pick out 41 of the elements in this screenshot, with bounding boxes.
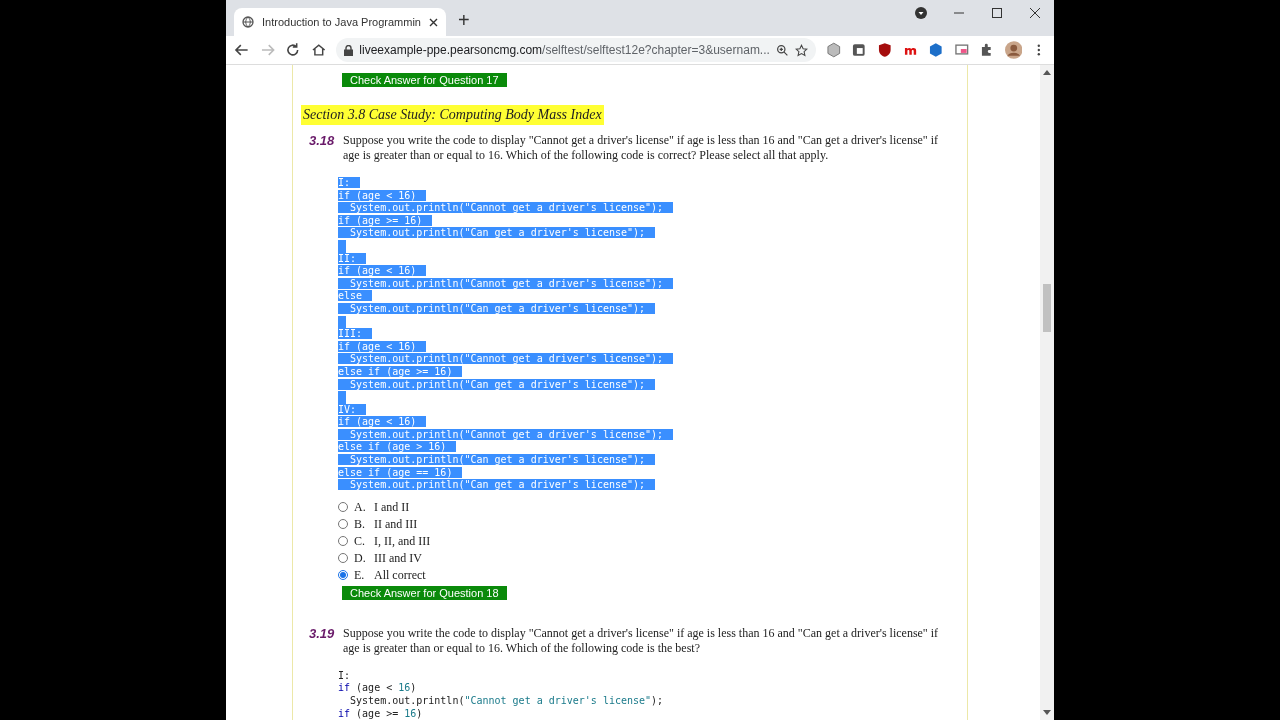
url-path: /selftest/selftest12e?chapter=3&usernam... <box>542 43 770 57</box>
check-answer-button[interactable]: Check Answer for Question 18 <box>342 585 507 600</box>
answer-option[interactable]: E. All correct <box>338 567 943 583</box>
profile-menu-icon[interactable] <box>915 7 927 19</box>
address-bar[interactable]: liveexample-ppe.pearsoncmg.com/selftest/selftest12e?chapter=3&usernam... <box>336 38 816 62</box>
question-number: 3.18 <box>309 133 336 150</box>
close-icon[interactable] <box>429 17 438 27</box>
cube-logo-icon[interactable] <box>928 42 944 58</box>
back-icon[interactable] <box>234 42 250 58</box>
question-number: 3.19 <box>309 625 336 643</box>
code-line: I: <box>338 669 351 681</box>
question-text: Suppose you write the code to display "Cannot get a driver's license" if age is less than 16 and "Can get a driver's license" if age is greater than or equal to 16. Which of the following code is correct? Please select all that apply. <box>343 133 940 163</box>
section-title: Section 3.8 Case Study: Computing Body Mass Index <box>301 105 604 125</box>
close-icon[interactable] <box>1030 8 1040 18</box>
tab-title: Introduction to Java Programmin <box>262 16 421 28</box>
new-tab-button[interactable]: + <box>458 9 470 32</box>
code-line: System.out.println("Cannot get a driver's license"); <box>349 695 664 707</box>
globe-icon <box>242 16 254 28</box>
zoom-icon[interactable] <box>775 43 789 57</box>
answer-option[interactable]: C. I, II, and III <box>338 533 943 549</box>
answer-option[interactable]: D. III and IV <box>338 550 943 566</box>
answer-option[interactable]: A. I and II <box>338 499 943 515</box>
avatar[interactable] <box>1004 41 1023 59</box>
check-answer-button[interactable]: Check Answer for Question 17 <box>342 73 507 87</box>
lock-icon <box>344 44 354 56</box>
star-icon[interactable] <box>794 43 808 57</box>
scroll-down-icon[interactable] <box>1043 710 1051 716</box>
cube-icon[interactable] <box>825 42 842 58</box>
reload-icon[interactable] <box>285 42 301 58</box>
maximize-icon[interactable] <box>992 8 1002 18</box>
answer-option[interactable]: B. II and III <box>338 516 943 532</box>
url-host: liveexample-ppe.pearsoncmg.com <box>359 43 543 57</box>
scrollbar-thumb[interactable] <box>1043 283 1051 332</box>
scrollbar[interactable] <box>1040 65 1054 720</box>
code-line: if (age < 16) <box>338 682 417 694</box>
browser-tab[interactable]: Introduction to Java Programmin <box>234 8 446 36</box>
question-text: Suppose you write the code to display "Cannot get a driver's license" if age is less than 16 and "Can get a driver's license" if age is greater than or equal to 16. Which of the following code is the best? <box>343 625 940 656</box>
scroll-up-icon[interactable] <box>1043 69 1051 75</box>
code-line: if (age >= 16) <box>338 707 423 719</box>
home-icon[interactable] <box>310 42 327 58</box>
shield-icon[interactable] <box>877 42 893 58</box>
